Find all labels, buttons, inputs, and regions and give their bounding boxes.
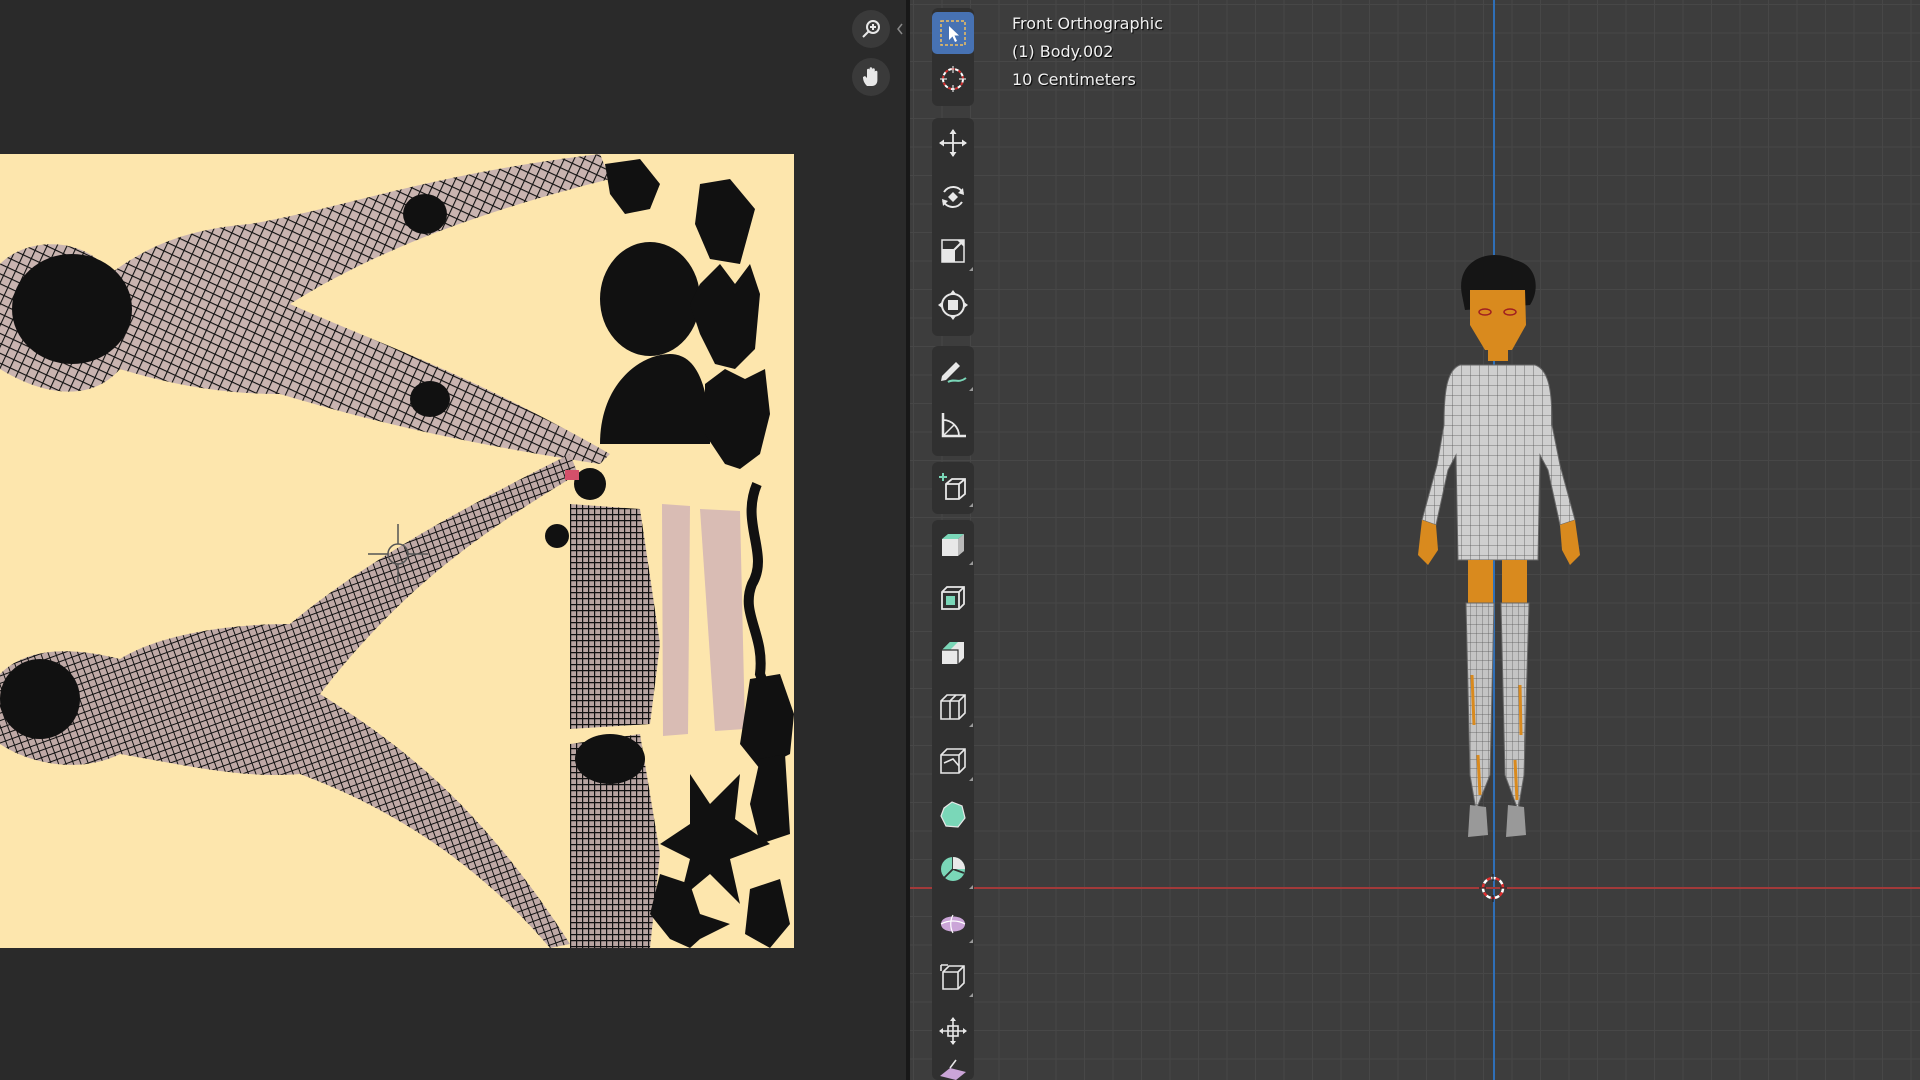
cursor-tool[interactable]	[932, 58, 974, 100]
shrink-fatten-icon	[939, 1017, 967, 1045]
edge-slide-icon	[940, 964, 965, 990]
active-object-name: (1) Body.002	[1012, 42, 1114, 61]
rotate-tool[interactable]	[932, 176, 974, 218]
spin-tool[interactable]	[932, 848, 974, 890]
scale-icon	[941, 239, 965, 263]
add-cube-tool[interactable]	[932, 466, 974, 508]
view-name: Front Orthographic	[1012, 14, 1164, 33]
uv-island-neck	[600, 354, 710, 444]
uv-island-sleeve-1	[570, 504, 660, 729]
spin-icon	[941, 857, 965, 881]
move-tool[interactable]	[932, 122, 974, 164]
select-box-icon	[940, 20, 966, 46]
rotate-icon	[942, 186, 964, 208]
knife-tool[interactable]	[932, 740, 974, 782]
smooth-tool[interactable]	[932, 902, 974, 944]
zoom-icon[interactable]	[852, 10, 890, 48]
knife-icon	[940, 748, 966, 774]
move-icon	[939, 129, 967, 157]
uv-editor[interactable]	[0, 0, 906, 1080]
uv-island-hand-2	[705, 369, 770, 469]
poly-build-icon	[940, 801, 966, 828]
3d-viewport[interactable]: Front Orthographic (1) Body.002 10 Centi…	[910, 0, 1920, 1080]
chevron-left-icon[interactable]	[895, 22, 905, 36]
annotate-icon	[941, 362, 967, 383]
uv-island-hand-1	[690, 264, 760, 369]
loop-cut-icon	[940, 694, 966, 720]
uv-island-head	[600, 242, 700, 356]
uv-island-pants	[662, 504, 690, 736]
character-model[interactable]	[1380, 255, 1610, 915]
uv-islands	[0, 154, 794, 948]
bevel-tool[interactable]	[932, 632, 974, 674]
transform-tool[interactable]	[932, 284, 974, 326]
grid-scale: 10 Centimeters	[1012, 70, 1136, 89]
extrude-region-tool[interactable]	[932, 524, 974, 566]
viewport-info: Front Orthographic (1) Body.002 10 Centi…	[1012, 10, 1163, 94]
scale-tool[interactable]	[932, 230, 974, 272]
uv-island-shoe-1	[740, 674, 794, 769]
hand-pan-icon[interactable]	[852, 58, 890, 96]
extrude-region-icon	[942, 534, 964, 556]
poly-build-tool[interactable]	[932, 794, 974, 836]
shear-icon	[940, 1059, 966, 1080]
shirt-mesh	[1421, 364, 1576, 561]
select-box-tool[interactable]	[932, 12, 974, 54]
uv-texture-canvas[interactable]	[0, 154, 794, 948]
smooth-icon	[940, 914, 966, 934]
add-cube-icon	[939, 473, 966, 500]
shear-tool[interactable]	[932, 1056, 974, 1080]
shrink-fatten-tool[interactable]	[932, 1010, 974, 1052]
edge-slide-tool[interactable]	[932, 956, 974, 998]
loop-cut-tool[interactable]	[932, 686, 974, 728]
3d-cursor-icon	[1479, 874, 1507, 902]
bevel-icon	[942, 642, 964, 664]
annotate-tool[interactable]	[932, 350, 974, 392]
measure-icon	[941, 413, 966, 438]
transform-icon	[938, 290, 968, 320]
measure-tool[interactable]	[932, 404, 974, 446]
uv-island-torso-bottom	[0, 454, 578, 948]
inset-faces-icon	[941, 586, 965, 610]
toolbar	[920, 6, 984, 1080]
cursor-3d-icon	[940, 66, 966, 92]
inset-faces-tool[interactable]	[932, 578, 974, 620]
